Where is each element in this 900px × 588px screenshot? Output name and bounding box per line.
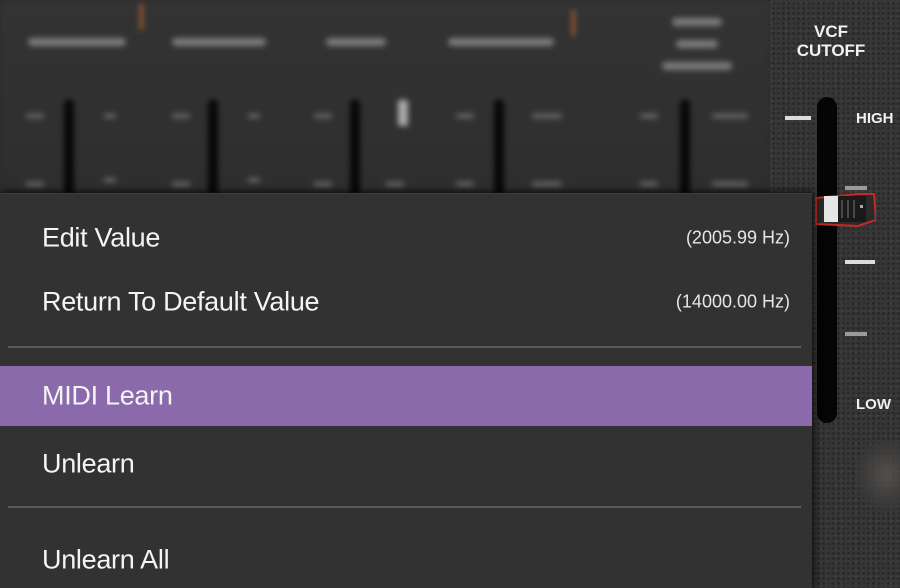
- slider-tick: [248, 114, 260, 118]
- slider-tick: [640, 182, 658, 186]
- menu-item-midi-learn[interactable]: MIDI Learn: [0, 366, 812, 426]
- panel-accent: [140, 4, 143, 30]
- vcf-mod-label-blurred: [676, 40, 718, 48]
- menu-item-unlearn[interactable]: Unlearn: [0, 434, 812, 494]
- vcf-low-label: LOW: [856, 396, 891, 413]
- vcf-scale-tick: [845, 332, 867, 336]
- range-label-blurred: [28, 38, 126, 46]
- slider-tick: [712, 114, 748, 118]
- menu-item-label: Edit Value: [42, 222, 161, 253]
- slider-tick: [640, 114, 658, 118]
- panel-accent: [572, 10, 575, 36]
- slider-track-blurred: [208, 100, 218, 195]
- menu-item-unlearn-all[interactable]: Unlearn All: [0, 530, 812, 588]
- slider-track-blurred: [350, 100, 360, 195]
- menu-item-value: (14000.00 Hz): [675, 291, 790, 312]
- slider-tick: [532, 182, 562, 186]
- slider-tick: [456, 182, 474, 186]
- menu-item-label: MIDI Learn: [42, 380, 173, 411]
- menu-item-label: Unlearn All: [42, 544, 170, 575]
- slider-track-blurred: [494, 100, 504, 195]
- menu-item-label: Return To Default Value: [42, 286, 320, 317]
- menu-item-return-to-default-value[interactable]: Return To Default Value (14000.00 Hz): [0, 272, 812, 332]
- slider-tick: [172, 114, 190, 118]
- vcf-high-label: HIGH: [856, 110, 894, 127]
- slider-tick: [26, 114, 44, 118]
- slider-tick: [456, 114, 474, 118]
- slider-track-blurred: [680, 100, 690, 195]
- plugin-window: VCF CUTOFF HIGH LOW Edit Value (2005.99 …: [0, 0, 900, 588]
- vcf-cutoff-title: VCF CUTOFF: [796, 22, 866, 60]
- vcf-cutoff-slider-thumb-icon[interactable]: [812, 190, 876, 228]
- synth-panel-background: [0, 0, 770, 200]
- slider-track-blurred: [64, 100, 74, 195]
- menu-item-value: (2005.99 Hz): [685, 227, 790, 248]
- slider-tick: [532, 114, 562, 118]
- tune-label-blurred: [326, 38, 386, 46]
- menu-separator: [8, 346, 801, 348]
- slider-tick: [314, 182, 332, 186]
- slider-tick: [104, 178, 116, 182]
- slider-tick: [248, 178, 260, 182]
- slider-tick: [26, 182, 44, 186]
- slider-tick: [314, 114, 332, 118]
- menu-item-edit-value[interactable]: Edit Value (2005.99 Hz): [0, 208, 812, 268]
- vcf-scale-tick: [845, 260, 875, 264]
- slider-tick: [172, 182, 190, 186]
- slider-tick: [712, 182, 748, 186]
- slider-thumb-blurred: [398, 100, 408, 126]
- vcf-mod-label-blurred: [662, 62, 732, 70]
- menu-separator: [8, 506, 801, 508]
- range-label-blurred: [172, 38, 266, 46]
- knob-partial: [856, 440, 900, 510]
- context-menu: Edit Value (2005.99 Hz) Return To Defaul…: [0, 193, 812, 588]
- slider-tick: [386, 182, 404, 186]
- vcf-scale-tick: [785, 116, 811, 120]
- menu-item-label: Unlearn: [42, 448, 135, 479]
- vcf-cutoff-slider-track[interactable]: [817, 97, 837, 423]
- volume-label-blurred: [448, 38, 554, 46]
- vcf-mod-label-blurred: [672, 18, 722, 26]
- slider-tick: [104, 114, 116, 118]
